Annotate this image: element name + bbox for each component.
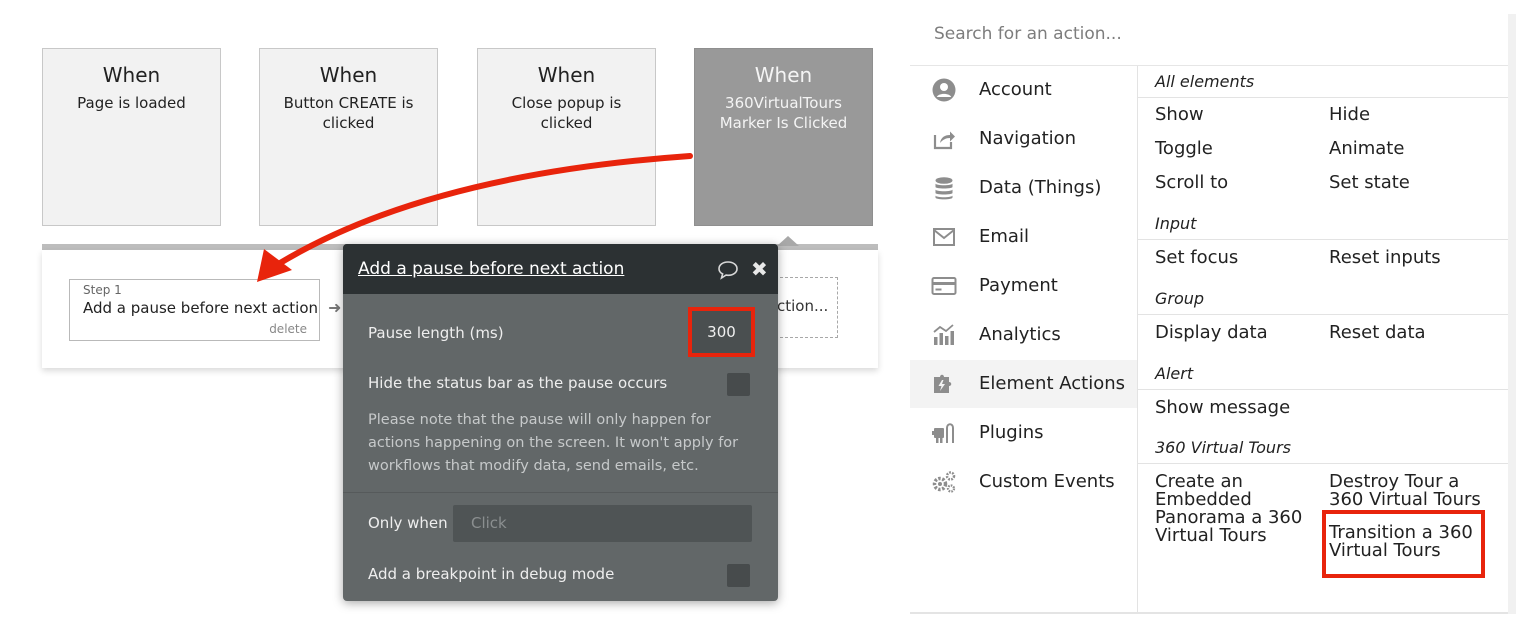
- action-animate[interactable]: Animate: [1329, 138, 1404, 159]
- category-label: Analytics: [979, 324, 1061, 345]
- action-set-focus[interactable]: Set focus: [1155, 247, 1238, 268]
- section-heading-all-elements: All elements: [1155, 72, 1255, 91]
- category-label: Navigation: [979, 128, 1077, 149]
- category-label: Custom Events: [979, 471, 1115, 492]
- section-divider: [1138, 97, 1508, 98]
- category-account[interactable]: Account: [910, 66, 1137, 114]
- action-create-embedded-panorama[interactable]: Create an Embedded Panorama a 360 Virtua…: [1155, 473, 1315, 545]
- pause-length-input[interactable]: 300: [688, 307, 755, 357]
- category-label: Data (Things): [979, 177, 1102, 198]
- credit-card-icon: [931, 273, 957, 299]
- category-plugins[interactable]: Plugins: [910, 409, 1137, 457]
- action-search-input[interactable]: Search for an action...: [934, 24, 1122, 44]
- bar-chart-icon: [931, 322, 957, 348]
- section-heading-group: Group: [1155, 289, 1205, 308]
- breakpoint-checkbox[interactable]: [727, 564, 750, 587]
- category-navigation[interactable]: Navigation: [910, 115, 1137, 163]
- section-heading-alert: Alert: [1155, 364, 1194, 383]
- action-toggle[interactable]: Toggle: [1155, 138, 1213, 159]
- category-payment[interactable]: Payment: [910, 262, 1137, 310]
- section-heading-input: Input: [1155, 214, 1197, 233]
- share-icon: [931, 126, 957, 152]
- plug-icon: [931, 420, 957, 446]
- highlight-box: [1322, 510, 1485, 578]
- action-scroll-to[interactable]: Scroll to: [1155, 172, 1228, 193]
- action-hide[interactable]: Hide: [1329, 104, 1370, 125]
- database-icon: [931, 175, 957, 201]
- only-when-input[interactable]: Click: [453, 505, 752, 542]
- action-reset-data[interactable]: Reset data: [1329, 322, 1426, 343]
- action-set-state[interactable]: Set state: [1329, 172, 1410, 193]
- category-element-actions[interactable]: Element Actions: [910, 360, 1137, 408]
- category-list: Account Navigation Data (Things) Email P…: [910, 66, 1138, 614]
- section-divider: [1138, 314, 1508, 315]
- action-show-message[interactable]: Show message: [1155, 397, 1290, 418]
- category-label: Email: [979, 226, 1029, 247]
- category-label: Account: [979, 79, 1052, 100]
- category-label: Plugins: [979, 422, 1044, 443]
- action-search-field[interactable]: Search for an action...: [910, 0, 1508, 66]
- gears-icon: [931, 469, 957, 495]
- puzzle-icon: [931, 371, 957, 397]
- category-label: Payment: [979, 275, 1058, 296]
- envelope-icon: [931, 224, 957, 250]
- action-destroy-tour[interactable]: Destroy Tour a 360 Virtual Tours: [1329, 473, 1499, 509]
- panel-bottom-border: [910, 612, 1508, 614]
- close-icon[interactable]: ✖: [751, 257, 768, 281]
- action-property-editor: Add a pause before next action ✖ Pause l…: [343, 244, 778, 601]
- category-data-things[interactable]: Data (Things): [910, 164, 1137, 212]
- category-analytics[interactable]: Analytics: [910, 311, 1137, 359]
- action-display-data[interactable]: Display data: [1155, 322, 1268, 343]
- section-divider: [1138, 463, 1508, 464]
- category-custom-events[interactable]: Custom Events: [910, 458, 1137, 506]
- popup-title[interactable]: Add a pause before next action: [358, 259, 624, 279]
- pause-note: Please note that the pause will only hap…: [368, 412, 739, 474]
- comment-icon[interactable]: [717, 260, 739, 280]
- hide-status-checkbox[interactable]: [727, 373, 750, 396]
- section-divider: [1138, 389, 1508, 390]
- scrollbar[interactable]: [1508, 14, 1516, 614]
- only-when-label: Only when: [368, 514, 448, 532]
- popup-header: Add a pause before next action ✖: [343, 244, 778, 294]
- hide-status-label: Hide the status bar as the pause occurs: [368, 374, 668, 392]
- breakpoint-label: Add a breakpoint in debug mode: [368, 565, 615, 583]
- category-label: Element Actions: [979, 373, 1125, 394]
- category-email[interactable]: Email: [910, 213, 1137, 261]
- pause-length-label: Pause length (ms): [368, 324, 504, 342]
- popup-divider: [343, 492, 778, 493]
- user-circle-icon: [931, 77, 957, 103]
- only-when-placeholder: Click: [471, 514, 507, 532]
- action-show[interactable]: Show: [1155, 104, 1204, 125]
- action-reset-inputs[interactable]: Reset inputs: [1329, 247, 1441, 268]
- section-heading-360-virtual-tours: 360 Virtual Tours: [1155, 438, 1291, 457]
- section-divider: [1138, 239, 1508, 240]
